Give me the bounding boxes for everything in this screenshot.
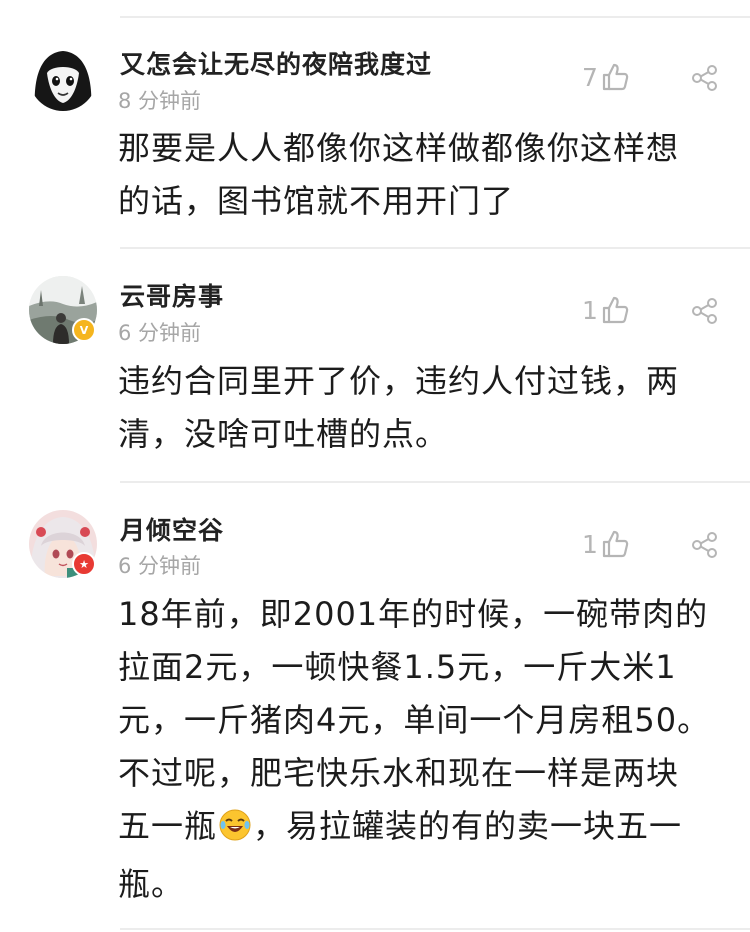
username[interactable]: 云哥房事 (120, 277, 224, 313)
username[interactable]: 又怎会让无尽的夜陪我度过 (120, 45, 432, 81)
comment-divider (120, 247, 750, 249)
like-count: 1 (582, 529, 598, 559)
comment-divider (120, 481, 750, 483)
timestamp: 8 分钟前 (118, 89, 202, 113)
share-icon (692, 298, 717, 324)
share-icon (692, 532, 717, 558)
thumbs-up-icon (602, 296, 629, 324)
comment-text: 那要是人人都像你这样做都像你这样想 的话，图书馆就不用开门了 (118, 129, 680, 220)
thumbs-up-icon (602, 530, 629, 558)
avatar[interactable] (29, 43, 97, 111)
share-icon (692, 65, 717, 91)
top-divider (120, 16, 750, 18)
like-count: 7 (582, 62, 598, 92)
comment-text: 18年前，即2001年的时候，一碗带肉的 拉面2元，一顿快餐1.5元，一斤大米1… (118, 588, 730, 911)
comment-text: 违约合同里开了价，违约人付过钱，两 清，没啥可吐槽的点。 (118, 362, 680, 453)
timestamp: 6 分钟前 (118, 321, 202, 345)
like-button[interactable]: 1 (582, 529, 630, 559)
laughing-tears-emoji-icon (218, 805, 252, 858)
username[interactable]: 月倾空谷 (120, 511, 224, 547)
timestamp: 6 分钟前 (118, 554, 202, 578)
like-button[interactable]: 1 (582, 295, 630, 325)
share-button[interactable] (690, 530, 720, 560)
verified-badge: V (72, 318, 96, 342)
share-button[interactable] (690, 63, 720, 93)
like-button[interactable]: 7 (582, 62, 630, 92)
like-count: 1 (582, 295, 598, 325)
thumbs-up-icon (602, 63, 629, 91)
manga-girl-avatar-icon (29, 43, 97, 111)
star-badge: ★ (72, 552, 96, 576)
share-button[interactable] (690, 296, 720, 326)
comment-divider (120, 928, 750, 930)
